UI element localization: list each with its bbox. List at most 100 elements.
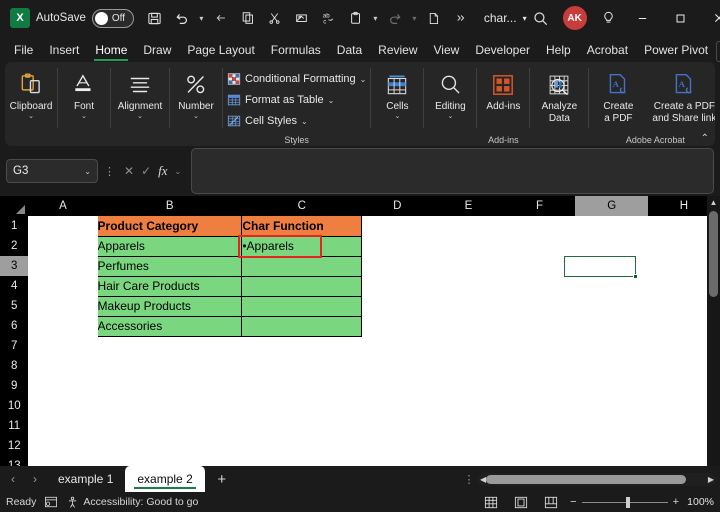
cell-a10[interactable] [28, 396, 97, 416]
cell-a1[interactable] [28, 216, 97, 236]
cell-b10[interactable] [98, 396, 242, 416]
cell-e7[interactable] [433, 336, 504, 356]
cell-g3[interactable] [575, 256, 648, 276]
cell-a5[interactable] [28, 296, 97, 316]
format-as-table-button[interactable]: Format as Table ⌄ [223, 90, 338, 111]
column-header-a[interactable]: A [28, 196, 97, 216]
cell-c2[interactable]: •Apparels [242, 236, 362, 256]
cell-b7[interactable] [98, 336, 242, 356]
cell-b12[interactable] [98, 436, 242, 456]
zoom-in-button[interactable]: + [673, 496, 679, 508]
row-header-4[interactable]: 4 [0, 276, 28, 296]
comment-icon[interactable] [716, 41, 720, 62]
cell-b6[interactable]: Accessories [98, 316, 242, 336]
cell-a8[interactable] [28, 356, 97, 376]
cell-f8[interactable] [504, 356, 575, 376]
cell-g7[interactable] [575, 336, 648, 356]
paste-chevron-down-icon[interactable]: ▾ [370, 5, 381, 31]
copy-icon[interactable] [235, 5, 261, 31]
cell-e12[interactable] [433, 436, 504, 456]
cell-g13[interactable] [575, 456, 648, 466]
editing-button[interactable]: Editing ⌄ [424, 66, 476, 121]
tab-view[interactable]: View [426, 38, 468, 62]
cell-a3[interactable] [28, 256, 97, 276]
row-header-12[interactable]: 12 [0, 436, 28, 456]
conditional-formatting-chevron-down-icon[interactable]: ⌄ [360, 75, 367, 84]
cell-e13[interactable] [433, 456, 504, 466]
row-header-3[interactable]: 3 [0, 256, 28, 276]
cell-g10[interactable] [575, 396, 648, 416]
row-header-8[interactable]: 8 [0, 356, 28, 376]
cell-g6[interactable] [575, 316, 648, 336]
more-commands-icon[interactable] [448, 5, 474, 31]
zoom-control[interactable]: − + 100% [570, 496, 714, 508]
record-macro-icon[interactable] [44, 496, 58, 508]
cell-d9[interactable] [362, 376, 433, 396]
search-icon[interactable] [527, 4, 555, 32]
cell-c8[interactable] [242, 356, 362, 376]
cell-f7[interactable] [504, 336, 575, 356]
spelling-icon[interactable]: ab c [316, 5, 342, 31]
row-header-5[interactable]: 5 [0, 296, 28, 316]
undo-icon[interactable] [169, 5, 195, 31]
close-button[interactable] [701, 1, 720, 35]
cell-g9[interactable] [575, 376, 648, 396]
conditional-formatting-button[interactable]: Conditional Formatting ⌄ [223, 69, 370, 90]
tab-help[interactable]: Help [538, 38, 579, 62]
add-sheet-button[interactable]: + [205, 471, 239, 488]
cell-d3[interactable] [362, 256, 433, 276]
cell-a2[interactable] [28, 236, 97, 256]
cell-f12[interactable] [504, 436, 575, 456]
cell-c4[interactable] [242, 276, 362, 296]
cell-f1[interactable] [504, 216, 575, 236]
cell-b3[interactable]: Perfumes [98, 256, 242, 276]
select-all-corner[interactable] [0, 196, 28, 216]
cell-f4[interactable] [504, 276, 575, 296]
cell-f11[interactable] [504, 416, 575, 436]
clipboard-button[interactable]: Clipboard ⌄ [5, 66, 57, 121]
cell-g5[interactable] [575, 296, 648, 316]
vertical-scroll-thumb[interactable] [709, 211, 718, 297]
cell-e11[interactable] [433, 416, 504, 436]
cell-d6[interactable] [362, 316, 433, 336]
cell-d12[interactable] [362, 436, 433, 456]
page-layout-view-icon[interactable] [510, 494, 532, 510]
cell-b8[interactable] [98, 356, 242, 376]
editing-chevron-down-icon[interactable]: ⌄ [447, 113, 453, 121]
font-chevron-down-icon[interactable]: ⌄ [81, 113, 87, 121]
row-header-6[interactable]: 6 [0, 316, 28, 336]
sheet-options-icon[interactable]: ⋮ [463, 473, 475, 486]
cell-e5[interactable] [433, 296, 504, 316]
autosave-toggle[interactable]: Off [92, 9, 134, 28]
zoom-level[interactable]: 100% [684, 496, 714, 508]
horizontal-scroll-track[interactable]: ◀ ▶ [478, 473, 716, 486]
row-header-10[interactable]: 10 [0, 396, 28, 416]
horizontal-scrollbar[interactable]: ⋮ ◀ ▶ [463, 473, 720, 486]
tab-file[interactable]: File [6, 38, 41, 62]
cell-e3[interactable] [433, 256, 504, 276]
save-icon[interactable] [142, 5, 168, 31]
tab-insert[interactable]: Insert [41, 38, 87, 62]
cell-c10[interactable] [242, 396, 362, 416]
cell-e9[interactable] [433, 376, 504, 396]
avatar[interactable]: AK [563, 6, 587, 30]
cell-g11[interactable] [575, 416, 648, 436]
create-pdf-button[interactable]: A Create a PDF [589, 66, 647, 124]
cell-d4[interactable] [362, 276, 433, 296]
formula-bar-options-icon[interactable]: ⋮ [104, 165, 114, 178]
cell-c3[interactable] [242, 256, 362, 276]
cell-f10[interactable] [504, 396, 575, 416]
accessibility-status[interactable]: Accessibility: Good to go [66, 496, 198, 509]
cell-a9[interactable] [28, 376, 97, 396]
cell-f9[interactable] [504, 376, 575, 396]
tab-home[interactable]: Home [87, 38, 135, 62]
cell-d11[interactable] [362, 416, 433, 436]
tab-review[interactable]: Review [370, 38, 425, 62]
tab-data[interactable]: Data [329, 38, 370, 62]
cell-d13[interactable] [362, 456, 433, 466]
clipboard-chevron-down-icon[interactable]: ⌄ [28, 113, 34, 121]
cell-e6[interactable] [433, 316, 504, 336]
cell-f2[interactable] [504, 236, 575, 256]
cell-e4[interactable] [433, 276, 504, 296]
tab-draw[interactable]: Draw [135, 38, 179, 62]
